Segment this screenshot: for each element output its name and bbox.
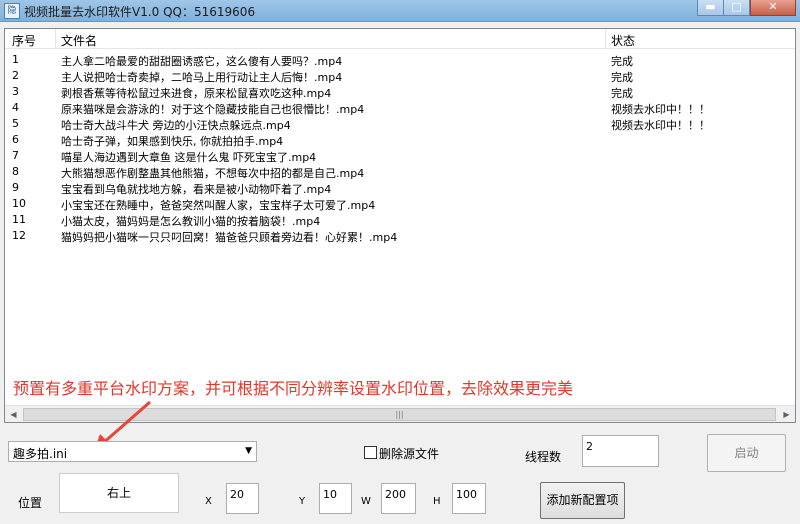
position-value-box[interactable]: 右上 [59, 473, 179, 513]
y-label: Y [299, 496, 306, 507]
position-label: 位置 [18, 496, 43, 510]
app-icon: 隐 [4, 3, 20, 19]
delete-source-checkbox[interactable] [364, 446, 377, 459]
row-filename: 小宝宝还在熟睡中，爸爸突然叫醒人家，宝宝样子太可爱了.mp4 [61, 199, 376, 212]
row-index: 1 [12, 53, 19, 66]
row-index: 11 [12, 213, 26, 226]
row-filename: 小猫太皮，猫妈妈是怎么教训小猫的按着脑袋！.mp4 [61, 215, 321, 228]
row-filename: 大熊猫想恶作剧整蛊其他熊猫，不想每次中招的都是自己.mp4 [61, 167, 365, 180]
row-index: 5 [12, 117, 19, 130]
row-filename: 哈士奇大战斗牛犬 旁边的小汪快点躲远点.mp4 [61, 119, 291, 132]
row-filename: 哈士奇子弹，如果感到快乐, 你就拍拍手.mp4 [61, 135, 284, 148]
column-header-index[interactable]: 序号 [12, 32, 36, 49]
delete-source-label[interactable]: 删除源文件 [379, 445, 439, 462]
row-status: 视频去水印中！！！ [611, 103, 710, 116]
column-header-status[interactable]: 状态 [611, 32, 635, 49]
list-item[interactable]: 6 哈士奇子弹，如果感到快乐, 你就拍拍手.mp4 [5, 132, 795, 148]
row-status: 完成 [611, 55, 633, 68]
close-button[interactable]: ✕ [750, 0, 796, 16]
h-label: H [433, 496, 441, 507]
list-item[interactable]: 2 主人说把哈士奇卖掉，二哈马上用行动让主人后悔！.mp4 完成 [5, 68, 795, 84]
scroll-left-icon[interactable]: ◀ [5, 406, 22, 423]
maximize-button[interactable]: □ [723, 0, 750, 16]
minimize-button[interactable]: ▬ [697, 0, 724, 16]
start-button[interactable]: 启动 [707, 434, 786, 472]
row-filename: 宝宝看到乌龟就找地方躲，看来是被小动物吓着了.mp4 [61, 183, 332, 196]
row-index: 8 [12, 165, 19, 178]
window-title: 视频批量去水印软件V1.0 QQ：51619606 [24, 5, 256, 19]
chevron-down-icon[interactable]: ▼ [245, 446, 252, 456]
list-item[interactable]: 3 剥根香蕉等待松鼠过来进食，原来松鼠喜欢吃这种.mp4 完成 [5, 84, 795, 100]
column-divider[interactable] [55, 29, 56, 49]
row-filename: 猫妈妈把小猫咪一只只叼回窝！猫爸爸只顾着旁边看！心好累！.mp4 [61, 231, 398, 244]
scroll-right-icon[interactable]: ▶ [778, 406, 795, 423]
row-status: 完成 [611, 71, 633, 84]
add-preset-button[interactable]: 添加新配置项 [540, 482, 625, 519]
row-index: 7 [12, 149, 19, 162]
list-item[interactable]: 10 小宝宝还在熟睡中，爸爸突然叫醒人家，宝宝样子太可爱了.mp4 [5, 196, 795, 212]
row-index: 9 [12, 181, 19, 194]
preset-dropdown-value: 趣多拍.ini [13, 447, 68, 461]
w-input[interactable]: 200 [381, 483, 416, 514]
column-divider[interactable] [605, 29, 606, 49]
title-bar: 隐 视频批量去水印软件V1.0 QQ：51619606 ▬ □ ✕ [0, 0, 800, 22]
x-input[interactable]: 20 [226, 483, 259, 514]
row-filename: 喵星人海边遇到大章鱼 这是什么鬼 吓死宝宝了.mp4 [61, 151, 317, 164]
h-input[interactable]: 100 [452, 483, 486, 514]
row-filename: 主人拿二哈最爱的甜甜圈诱惑它，这么傻有人要吗？.mp4 [61, 55, 343, 68]
row-index: 12 [12, 229, 26, 242]
row-status: 视频去水印中！！！ [611, 119, 710, 132]
list-item[interactable]: 12 猫妈妈把小猫咪一只只叼回窝！猫爸爸只顾着旁边看！心好累！.mp4 [5, 228, 795, 244]
row-status: 完成 [611, 87, 633, 100]
column-header-name[interactable]: 文件名 [61, 32, 97, 49]
list-item[interactable]: 1 主人拿二哈最爱的甜甜圈诱惑它，这么傻有人要吗？.mp4 完成 [5, 52, 795, 68]
row-filename: 原来猫咪是会游泳的！对于这个隐藏技能自己也很懵比！.mp4 [61, 103, 365, 116]
threads-label: 线程数 [525, 450, 562, 464]
file-list[interactable]: 序号 文件名 状态 1 主人拿二哈最爱的甜甜圈诱惑它，这么傻有人要吗？.mp4 … [4, 28, 796, 423]
y-input[interactable]: 10 [319, 483, 352, 514]
list-item[interactable]: 7 喵星人海边遇到大章鱼 这是什么鬼 吓死宝宝了.mp4 [5, 148, 795, 164]
row-index: 10 [12, 197, 26, 210]
list-item[interactable]: 4 原来猫咪是会游泳的！对于这个隐藏技能自己也很懵比！.mp4 视频去水印中！！… [5, 100, 795, 116]
row-index: 4 [12, 101, 19, 114]
preset-dropdown[interactable]: 趣多拍.ini ▼ [8, 441, 257, 462]
list-item[interactable]: 9 宝宝看到乌龟就找地方躲，看来是被小动物吓着了.mp4 [5, 180, 795, 196]
row-index: 3 [12, 85, 19, 98]
list-item[interactable]: 5 哈士奇大战斗牛犬 旁边的小汪快点躲远点.mp4 视频去水印中！！！ [5, 116, 795, 132]
row-index: 2 [12, 69, 19, 82]
row-filename: 剥根香蕉等待松鼠过来进食，原来松鼠喜欢吃这种.mp4 [61, 87, 332, 100]
w-label: W [361, 496, 371, 507]
promo-text: 预置有多重平台水印方案，并可根据不同分辨率设置水印位置，去除效果更完美 [13, 379, 574, 398]
list-item[interactable]: 8 大熊猫想恶作剧整蛊其他熊猫，不想每次中招的都是自己.mp4 [5, 164, 795, 180]
x-label: X [205, 496, 212, 507]
row-index: 6 [12, 133, 19, 146]
row-filename: 主人说把哈士奇卖掉，二哈马上用行动让主人后悔！.mp4 [61, 71, 343, 84]
threads-input[interactable]: 2 [582, 435, 659, 467]
list-header: 序号 文件名 状态 [5, 29, 795, 49]
list-item[interactable]: 11 小猫太皮，猫妈妈是怎么教训小猫的按着脑袋！.mp4 [5, 212, 795, 228]
